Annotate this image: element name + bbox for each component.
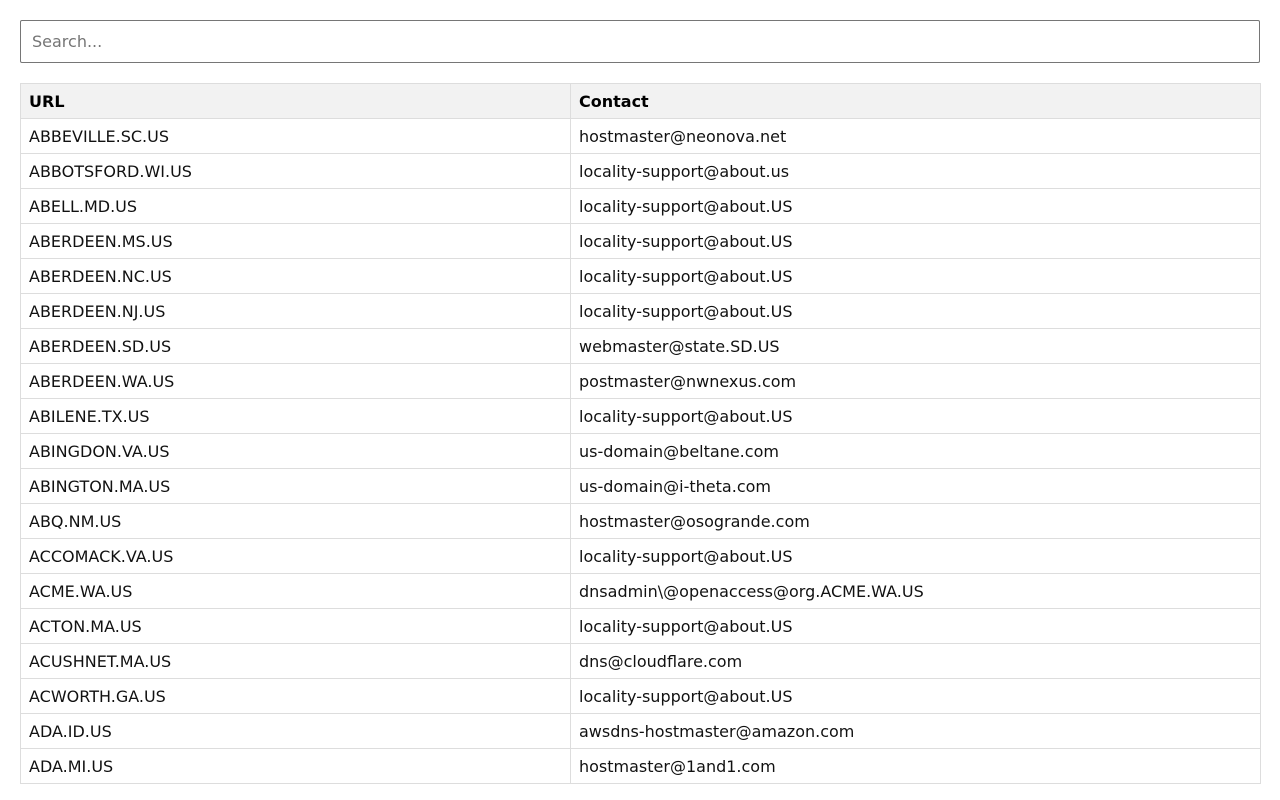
column-header-contact[interactable]: Contact (570, 83, 1261, 119)
contact-cell: webmaster@state.SD.US (570, 328, 1261, 364)
table-row[interactable]: ACUSHNET.MA.US dns@cloudflare.com (20, 643, 1261, 679)
url-cell: ABBEVILLE.SC.US (20, 118, 571, 154)
contact-cell: awsdns-hostmaster@amazon.com (570, 713, 1261, 749)
url-cell: ABQ.NM.US (20, 503, 571, 539)
contact-cell: locality-support@about.US (570, 188, 1261, 224)
url-cell: ABILENE.TX.US (20, 398, 571, 434)
url-cell: ABBOTSFORD.WI.US (20, 153, 571, 189)
contact-cell: locality-support@about.US (570, 398, 1261, 434)
contact-cell: locality-support@about.US (570, 538, 1261, 574)
table-row[interactable]: ACME.WA.US dnsadmin\@openaccess@org.ACME.… (20, 573, 1261, 609)
contact-cell: hostmaster@neonova.net (570, 118, 1261, 154)
table-row[interactable]: ABILENE.TX.US locality-support@about.US (20, 398, 1261, 434)
contact-cell: hostmaster@osogrande.com (570, 503, 1261, 539)
table-row[interactable]: ACTON.MA.US locality-support@about.US (20, 608, 1261, 644)
url-cell: ABERDEEN.SD.US (20, 328, 571, 364)
contact-cell: locality-support@about.US (570, 608, 1261, 644)
contact-cell: locality-support@about.US (570, 678, 1261, 714)
table-row[interactable]: ABQ.NM.US hostmaster@osogrande.com (20, 503, 1261, 539)
page: URL Contact ABBEVILLE.SC.UShostmaster@ne… (0, 0, 1280, 800)
table-header-row: URL Contact (20, 83, 1261, 119)
table-row[interactable]: ABBEVILLE.SC.US hostmaster@neonova.net (20, 118, 1261, 154)
url-cell: ACCOMACK.VA.US (20, 538, 571, 574)
table-row[interactable]: ACWORTH.GA.US locality-support@about.US (20, 678, 1261, 714)
url-cell: ACTON.MA.US (20, 608, 571, 644)
url-cell: ACWORTH.GA.US (20, 678, 571, 714)
table-row[interactable]: ACCOMACK.VA.US locality-support@about.US (20, 538, 1261, 574)
contact-cell: us-domain@beltane.com (570, 433, 1261, 469)
column-header-url[interactable]: URL (20, 83, 571, 119)
table-row[interactable]: ABINGTON.MA.US us-domain@i-theta.com (20, 468, 1261, 504)
table-row[interactable]: ABBOTSFORD.WI.US locality-support@about.u… (20, 153, 1261, 189)
contact-cell: us-domain@i-theta.com (570, 468, 1261, 504)
url-cell: ABERDEEN.NJ.US (20, 293, 571, 329)
table-row[interactable]: ABERDEEN.WA.US postmaster@nwnexus.com (20, 363, 1261, 399)
url-cell: ACUSHNET.MA.US (20, 643, 571, 679)
contact-cell: locality-support@about.us (570, 153, 1261, 189)
table-row[interactable]: ABERDEEN.NC.US locality-support@about.US (20, 258, 1261, 294)
contact-cell: hostmaster@1and1.com (570, 748, 1261, 784)
table-row[interactable]: ABERDEEN.MS.US locality-support@about.US (20, 223, 1261, 259)
table-row[interactable]: ADA.ID.US awsdns-hostmaster@amazon.com (20, 713, 1261, 749)
contact-cell: locality-support@about.US (570, 293, 1261, 329)
search-input[interactable] (20, 20, 1260, 63)
url-cell: ACME.WA.US (20, 573, 571, 609)
url-cell: ABINGTON.MA.US (20, 468, 571, 504)
contact-cell: locality-support@about.US (570, 258, 1261, 294)
contact-cell: postmaster@nwnexus.com (570, 363, 1261, 399)
table-row[interactable]: ABELL.MD.US locality-support@about.US (20, 188, 1261, 224)
table-row[interactable]: ABINGDON.VA.US us-domain@beltane.com (20, 433, 1261, 469)
url-cell: ADA.ID.US (20, 713, 571, 749)
domain-table: URL Contact ABBEVILLE.SC.US hostmaster@ne… (20, 83, 1261, 784)
table-row[interactable]: ABERDEEN.NJ.US locality-support@about.US (20, 293, 1261, 329)
contact-cell: dns@cloudflare.com (570, 643, 1261, 679)
url-cell: ABELL.MD.US (20, 188, 571, 224)
url-cell: ADA.MI.US (20, 748, 571, 784)
table-row[interactable]: ADA.MI.US hostmaster@1and1.com (20, 748, 1261, 784)
url-cell: ABERDEEN.NC.US (20, 258, 571, 294)
url-cell: ABERDEEN.MS.US (20, 223, 571, 259)
url-cell: ABERDEEN.WA.US (20, 363, 571, 399)
contact-cell: locality-support@about.US (570, 223, 1261, 259)
table-row[interactable]: ABERDEEN.SD.US webmaster@state.SD.US (20, 328, 1261, 364)
table-body: ABBEVILLE.SC.US hostmaster@neonova.net ABB… (20, 118, 1261, 784)
contact-cell: dnsadmin\@openaccess@org.ACME.WA.US (570, 573, 1261, 609)
url-cell: ABINGDON.VA.US (20, 433, 571, 469)
